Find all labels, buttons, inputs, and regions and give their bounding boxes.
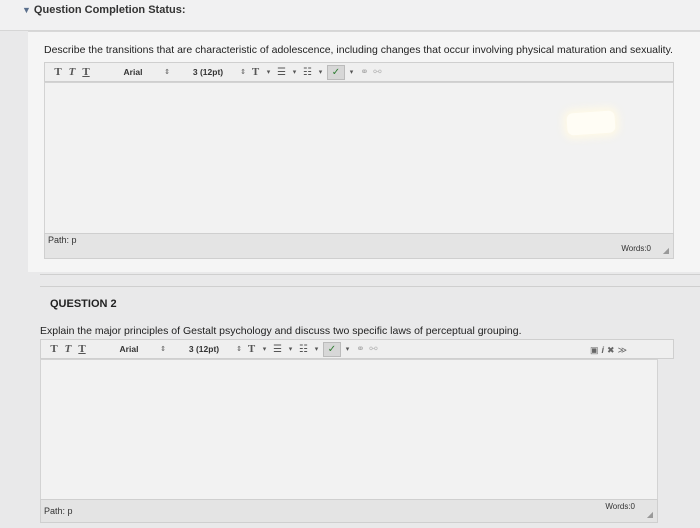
italic-button[interactable]: T [65, 64, 79, 80]
font-family-spinner-icon[interactable]: ⇕ [157, 341, 169, 357]
completion-status[interactable]: ▼ Question Completion Status: [22, 4, 185, 16]
completion-status-label: Question Completion Status: [33, 4, 186, 16]
dropdown-icon[interactable]: ▾ [288, 64, 301, 80]
status-bar: ▼ Question Completion Status: [0, 0, 700, 31]
underline-button[interactable]: T [79, 64, 93, 80]
question-1-answer-editor[interactable] [44, 82, 674, 240]
question-2-answer-editor[interactable] [40, 359, 658, 501]
question-1-footer: Path: p Words:0 ◢ [44, 233, 674, 259]
expand-icon[interactable]: ✖ [607, 345, 615, 356]
unlink-icon[interactable]: ⚯ [371, 64, 384, 80]
unlink-icon[interactable]: ⚯ [367, 341, 380, 357]
dropdown-icon[interactable]: ▾ [341, 341, 354, 357]
font-size-select[interactable]: 3 (12pt) [179, 64, 237, 80]
question-2-toolbar: T T T Arial ⇕ 3 (12pt) ⇕ T ▾ ☰ ▾ ☷ ▾ ✓ ▾… [40, 339, 674, 359]
dropdown-icon[interactable]: ▾ [262, 64, 275, 80]
numbered-list-icon[interactable]: ☷ [297, 341, 310, 357]
word-count: Words:0 [605, 502, 635, 511]
preview-icon[interactable]: ▣ [590, 345, 599, 356]
link-icon[interactable]: ⚭ [358, 64, 371, 80]
link-icon[interactable]: ⚭ [354, 341, 367, 357]
font-size-spinner-icon[interactable]: ⇕ [237, 64, 249, 80]
dropdown-icon[interactable]: ▾ [310, 341, 323, 357]
question-1-toolbar: T T T Arial ⇕ 3 (12pt) ⇕ T ▾ ☰ ▾ ☷ ▾ ✓ ▾… [44, 62, 674, 82]
font-family-select[interactable]: Arial [101, 341, 157, 357]
underline-button[interactable]: T [75, 341, 89, 357]
bullet-list-icon[interactable]: ☰ [271, 341, 284, 357]
text-color-icon[interactable]: T [249, 64, 262, 80]
font-family-select[interactable]: Arial [105, 64, 161, 80]
word-count: Words:0 [621, 244, 651, 253]
spellcheck-icon[interactable]: ✓ [323, 341, 341, 357]
resize-handle-icon[interactable]: ◢ [647, 510, 653, 519]
font-family-spinner-icon[interactable]: ⇕ [161, 64, 173, 80]
bullet-list-icon[interactable]: ☰ [275, 64, 288, 80]
font-size-spinner-icon[interactable]: ⇕ [233, 341, 245, 357]
question-1-prompt: Describe the transitions that are charac… [44, 44, 673, 56]
bold-button[interactable]: T [51, 64, 65, 80]
italic-i-icon[interactable]: i [602, 345, 605, 356]
italic-button[interactable]: T [61, 341, 75, 357]
dropdown-icon[interactable]: ▾ [314, 64, 327, 80]
question-2-prompt: Explain the major principles of Gestalt … [40, 325, 522, 337]
font-size-select[interactable]: 3 (12pt) [175, 341, 233, 357]
screen-glare [566, 110, 616, 136]
dropdown-icon[interactable]: ▾ [345, 64, 358, 80]
resize-handle-icon[interactable]: ◢ [663, 246, 669, 255]
question-2-footer: Path: p Words:0 ◢ [40, 499, 658, 523]
question-divider [40, 286, 700, 287]
bold-button[interactable]: T [47, 341, 61, 357]
question-divider [40, 274, 700, 275]
path-label: Path: p [44, 506, 73, 516]
question-2-toolbar-extras: ▣ i ✖ ≫ [590, 345, 627, 356]
dropdown-icon[interactable]: ▾ [284, 341, 297, 357]
collapse-chevron-icon[interactable]: ≫ [618, 345, 627, 356]
path-label: Path: p [48, 235, 77, 245]
spellcheck-icon[interactable]: ✓ [327, 64, 345, 80]
numbered-list-icon[interactable]: ☷ [301, 64, 314, 80]
chevron-down-icon[interactable]: ▼ [22, 5, 31, 15]
question-2-heading: QUESTION 2 [50, 298, 117, 310]
dropdown-icon[interactable]: ▾ [258, 341, 271, 357]
text-color-icon[interactable]: T [245, 341, 258, 357]
